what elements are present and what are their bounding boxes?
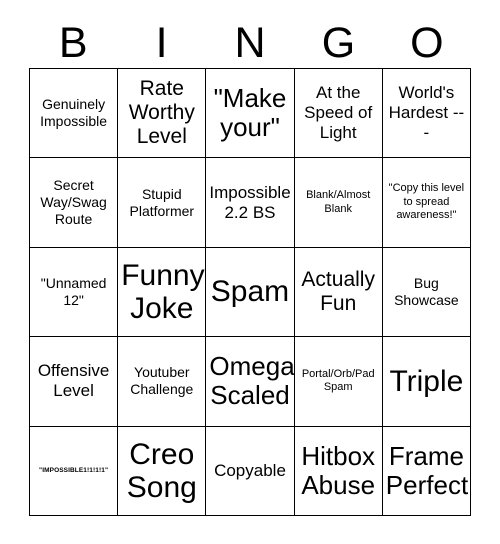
bingo-cell-r2c4[interactable]: Blank/Almost Blank (294, 158, 383, 248)
bingo-cell-label: Bug Showcase (394, 274, 459, 308)
bingo-cell-label: Stupid Platformer (129, 185, 195, 219)
header-letter-n: N (234, 18, 266, 67)
header-letter-b: B (58, 18, 88, 67)
bingo-card: B I N G O Genuinely Impossible Rate Worth… (0, 0, 500, 544)
bingo-cell-label: Omega Scaled (209, 351, 295, 411)
bingo-cell-label: Triple (389, 364, 464, 398)
header-letter-o: O (410, 18, 444, 67)
bingo-cell-label: "Copy this level to spread awareness!" (388, 181, 465, 222)
bingo-cell-label: Hitbox Abuse (301, 440, 376, 500)
bingo-cell-r5c1[interactable]: "IMPOSSIBLE1!1!1!1" (30, 426, 119, 516)
bingo-cell-label: Portal/Orb/Pad Spam (301, 367, 375, 394)
bingo-cell-r5c5[interactable]: Frame Perfect (382, 426, 471, 516)
bingo-cell-label: "IMPOSSIBLE1!1!1!1" (39, 466, 109, 474)
bingo-cell-r2c1[interactable]: Secret Way/Swag Route (30, 158, 119, 248)
bingo-cell-label: Secret Way/Swag Route (40, 176, 107, 228)
bingo-cell-label: Funny Joke (121, 258, 205, 325)
bingo-cell-r5c2[interactable]: Creo Song (118, 426, 207, 516)
bingo-cell-label: "Make your" (213, 83, 287, 143)
bingo-cell-label: Copyable (214, 460, 286, 480)
bingo-cell-label: Genuinely Impossible (40, 96, 108, 130)
bingo-cell-r2c2[interactable]: Stupid Platformer (118, 158, 207, 248)
bingo-cell-r4c3[interactable]: Omega Scaled (206, 337, 295, 427)
bingo-cell-label: Creo Song (126, 437, 197, 504)
bingo-cell-r4c1[interactable]: Offensive Level (30, 337, 119, 427)
bingo-cell-label: Spam (210, 275, 290, 309)
bingo-cell-label: World's Hardest --- (388, 83, 465, 143)
bingo-cell-r4c5[interactable]: Triple (382, 337, 471, 427)
bingo-cell-r1c4[interactable]: At the Speed of Light (294, 69, 383, 159)
bingo-cell-r4c4[interactable]: Portal/Orb/Pad Spam (294, 337, 383, 427)
bingo-cell-r5c3[interactable]: Copyable (206, 426, 295, 516)
bingo-cell-label: Frame Perfect (385, 440, 469, 500)
header-letter-i: I (155, 18, 168, 67)
bingo-cell-r1c2[interactable]: Rate Worthy Level (118, 69, 207, 159)
bingo-cell-r2c3[interactable]: Impossible 2.2 BS (206, 158, 295, 248)
bingo-cell-r1c5[interactable]: World's Hardest --- (382, 69, 471, 159)
header-letter-g: G (321, 18, 356, 67)
bingo-cell-label: Rate Worthy Level (128, 76, 195, 149)
bingo-cell-r4c2[interactable]: Youtuber Challenge (118, 337, 207, 427)
bingo-cell-r3c3[interactable]: Spam (206, 247, 295, 338)
bingo-cell-r3c5[interactable]: Bug Showcase (382, 247, 471, 338)
bingo-grid: Genuinely Impossible Rate Worthy Level "Ma… (29, 68, 471, 516)
bingo-cell-label: Offensive Level (37, 361, 110, 401)
bingo-cell-label: "Unnamed 12" (40, 274, 107, 308)
bingo-header: B I N G O (29, 18, 471, 68)
bingo-cell-r3c4[interactable]: Actually Fun (294, 247, 383, 338)
bingo-cell-label: Blank/Almost Blank (306, 188, 371, 215)
bingo-cell-r3c1[interactable]: "Unnamed 12" (30, 247, 119, 338)
bingo-cell-label: Impossible 2.2 BS (209, 182, 291, 222)
bingo-cell-label: At the Speed of Light (304, 83, 373, 143)
bingo-cell-label: Actually Fun (301, 267, 375, 315)
bingo-cell-r1c3[interactable]: "Make your" (206, 69, 295, 159)
bingo-cell-label: Youtuber Challenge (130, 364, 194, 398)
bingo-cell-r3c2[interactable]: Funny Joke (118, 247, 207, 338)
bingo-cell-r1c1[interactable]: Genuinely Impossible (30, 69, 119, 159)
bingo-cell-r2c5[interactable]: "Copy this level to spread awareness!" (382, 158, 471, 248)
bingo-cell-r5c4[interactable]: Hitbox Abuse (294, 426, 383, 516)
